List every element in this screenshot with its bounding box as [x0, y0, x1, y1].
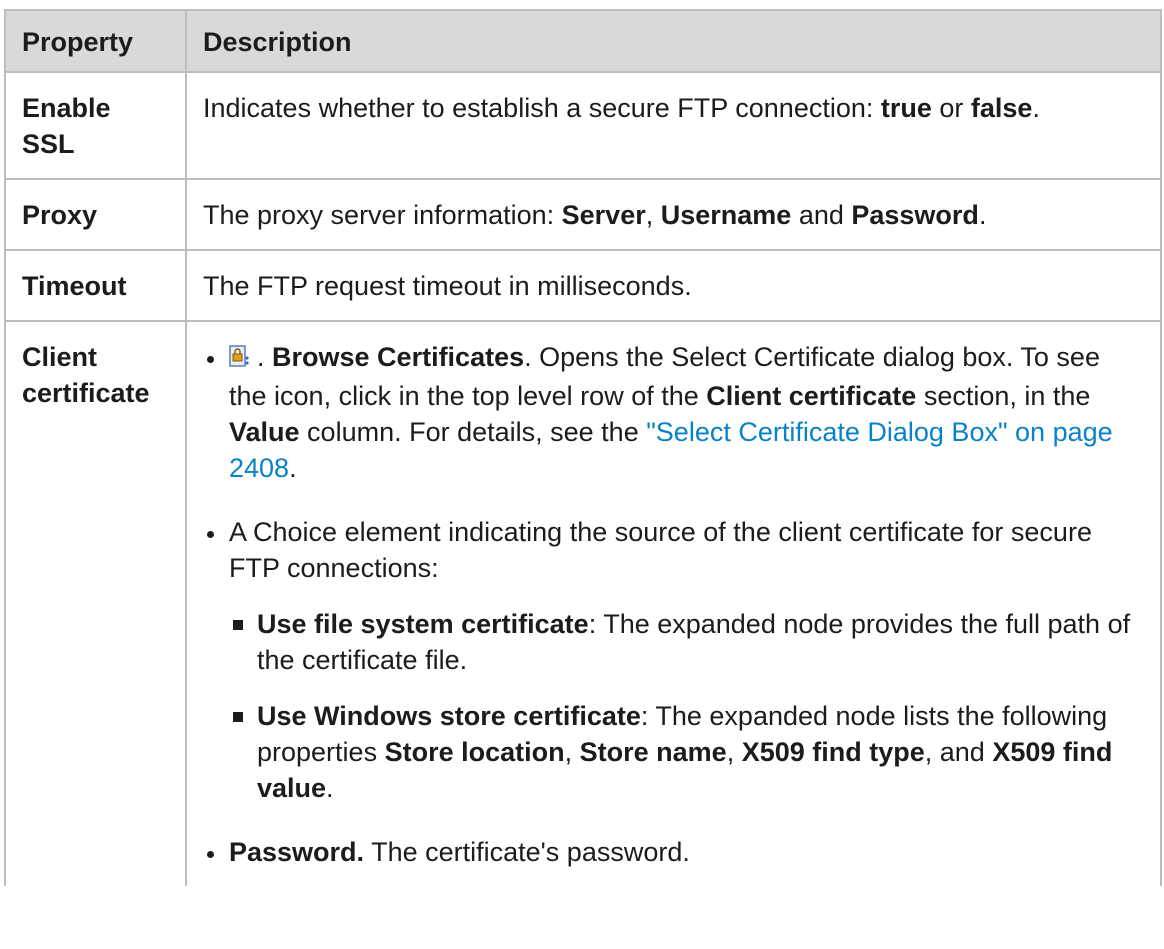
property-name: Enable SSL — [4, 71, 187, 180]
table-row-proxy: Proxy The proxy server information: Serv… — [4, 178, 1162, 251]
desc-text: A Choice element indicating the source o… — [229, 517, 1092, 583]
property-description: The FTP request timeout in milliseconds. — [185, 249, 1162, 322]
desc-text: , — [645, 200, 661, 230]
column-header-property: Property — [4, 9, 187, 73]
desc-text: , — [726, 737, 742, 767]
file-system-term: Use file system certificate — [257, 609, 589, 639]
list-item-choice: A Choice element indicating the source o… — [203, 514, 1144, 806]
sub-list-item-windows-store: Use Windows store certificate: The expan… — [229, 698, 1144, 806]
desc-text: . — [257, 342, 273, 372]
page: Property Description Enable SSL Indicate… — [0, 0, 1164, 949]
desc-text: Indicates whether to establish a secure … — [203, 93, 881, 123]
property-name: Proxy — [4, 178, 187, 251]
true-value: true — [880, 93, 932, 123]
desc-text: . — [326, 773, 334, 803]
property-name: Timeout — [4, 249, 187, 322]
sub-bullet-list: Use file system certificate: The expande… — [229, 606, 1144, 806]
property-description: . Browse Certificates. Opens the Select … — [185, 320, 1162, 886]
client-certificate-term: Client certificate — [706, 381, 917, 411]
username-term: Username — [660, 200, 792, 230]
desc-text: , and — [924, 737, 993, 767]
property-name: Client certificate — [4, 320, 187, 886]
desc-text: . — [289, 453, 297, 483]
property-description: Indicates whether to establish a secure … — [185, 71, 1162, 180]
desc-text: section, in the — [916, 381, 1091, 411]
column-header-description: Description — [185, 9, 1162, 73]
store-location-term: Store location — [384, 737, 565, 767]
desc-text: column. For details, see the — [299, 417, 647, 447]
server-term: Server — [561, 200, 646, 230]
desc-text: , — [564, 737, 580, 767]
property-name-line1: Client — [22, 342, 98, 372]
desc-text: or — [931, 93, 971, 123]
desc-text: . — [1032, 93, 1040, 123]
list-item-password: Password. The certificate's password. — [203, 834, 1144, 870]
find-type-term: X509 find type — [741, 737, 925, 767]
password-label: Password. — [229, 837, 365, 867]
password-term: Password — [851, 200, 979, 230]
table-row-enable-ssl: Enable SSL Indicates whether to establis… — [4, 71, 1162, 180]
browse-certificates-label: Browse Certificates — [272, 342, 525, 372]
properties-table: Property Description Enable SSL Indicate… — [4, 9, 1162, 886]
property-name-line2: certificate — [22, 378, 150, 408]
desc-text: and — [791, 200, 852, 230]
browse-certificates-icon — [229, 342, 251, 378]
header-row: Property Description — [4, 9, 1162, 73]
desc-text: The proxy server information: — [203, 200, 562, 230]
sub-list-item-file-system: Use file system certificate: The expande… — [229, 606, 1144, 678]
bullet-list: . Browse Certificates. Opens the Select … — [203, 339, 1144, 870]
property-description: The proxy server information: Server, Us… — [185, 178, 1162, 251]
desc-text: The certificate's password. — [364, 837, 690, 867]
desc-text: . — [978, 200, 987, 230]
store-name-term: Store name — [579, 737, 727, 767]
windows-store-term: Use Windows store certificate — [257, 701, 641, 731]
table-row-client-certificate: Client certificate . Browse Certificates.… — [4, 320, 1162, 886]
false-value: false — [970, 93, 1033, 123]
list-item-browse: . Browse Certificates. Opens the Select … — [203, 339, 1144, 486]
table-row-timeout: Timeout The FTP request timeout in milli… — [4, 249, 1162, 322]
value-term: Value — [229, 417, 300, 447]
